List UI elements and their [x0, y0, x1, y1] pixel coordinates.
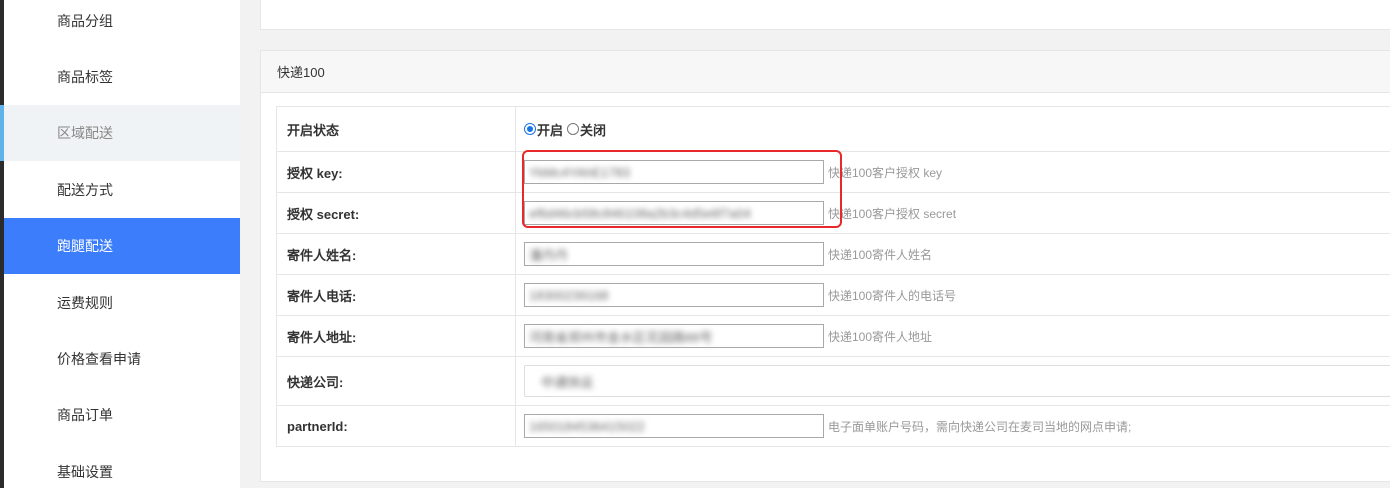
company-value: 中通快运 — [541, 374, 594, 390]
form-row-status: 开启状态 开启 关闭 — [276, 106, 1390, 152]
status-label: 开启状态 — [276, 106, 516, 152]
key-value: YkMc4YAhE1783 — [529, 164, 630, 180]
form-row-secret: 授权 secret: ef6d46cb58c846108a2b3c4d5e6f7… — [276, 192, 1390, 234]
sidebar-item-product-orders[interactable]: 商品订单 — [4, 387, 240, 443]
sender-address-hint: 快递100寄件人地址 — [828, 329, 933, 344]
sidebar-item-product-tags[interactable]: 商品标签 — [4, 49, 240, 105]
form-row-partner: partnerId: 1650184536415022 电子面单账户号码，需向快… — [276, 405, 1390, 447]
key-input[interactable]: YkMc4YAhE1783 — [524, 160, 824, 184]
secret-label: 授权 secret: — [276, 192, 516, 234]
sidebar-item-delivery-methods[interactable]: 配送方式 — [4, 162, 240, 218]
status-on-label[interactable]: 开启 — [537, 120, 563, 139]
sidebar-item-basic-settings[interactable]: 基础设置 — [4, 444, 240, 488]
key-hint: 快递100客户授权 key — [828, 165, 943, 180]
form-row-sender-name: 寄件人姓名: 潘丹丹 快递100寄件人姓名 — [276, 233, 1390, 275]
form-row-sender-phone: 寄件人电话: 18300239168 快递100寄件人的电话号 — [276, 274, 1390, 316]
sender-address-input[interactable]: 河南省郑州市金水区花园路88号 — [524, 324, 824, 348]
status-radio-group: 开启 关闭 — [524, 120, 1390, 139]
status-off-label[interactable]: 关闭 — [580, 120, 606, 139]
partner-hint: 电子面单账户号码，需向快递公司在麦司当地的网点申请; — [828, 419, 1132, 434]
partner-input[interactable]: 1650184536415022 — [524, 414, 824, 438]
sidebar-item-errand-delivery[interactable]: 跑腿配送 — [4, 218, 240, 274]
sender-phone-input[interactable]: 18300239168 — [524, 283, 824, 307]
secret-hint: 快递100客户授权 secret — [828, 206, 957, 221]
status-on-radio[interactable] — [524, 123, 536, 135]
main-content: 快递100 开启状态 开启 关闭 授权 key: YkMc4YAhE1783 快… — [240, 0, 1390, 488]
sender-phone-label: 寄件人电话: — [276, 274, 516, 316]
company-select[interactable]: 中通快运 — [524, 365, 1390, 397]
key-label: 授权 key: — [276, 151, 516, 193]
sender-name-hint: 快递100寄件人姓名 — [828, 247, 933, 262]
sender-address-label: 寄件人地址: — [276, 315, 516, 357]
secret-input[interactable]: ef6d46cb58c846108a2b3c4d5e6f7a04 — [524, 201, 824, 225]
sender-name-value: 潘丹丹 — [529, 247, 569, 263]
form-row-company: 快递公司: 中通快运 — [276, 356, 1390, 406]
form-row-key: 授权 key: YkMc4YAhE1783 快递100客户授权 key — [276, 151, 1390, 193]
partner-value: 1650184536415022 — [529, 418, 645, 434]
previous-panel — [260, 0, 1390, 30]
status-off-radio[interactable] — [567, 123, 580, 135]
sidebar-item-area-delivery[interactable]: 区域配送 — [0, 105, 240, 161]
sender-address-value: 河南省郑州市金水区花园路88号 — [529, 329, 713, 345]
company-label: 快递公司: — [276, 356, 516, 406]
settings-form: 开启状态 开启 关闭 授权 key: YkMc4YAhE1783 快递100客户… — [276, 106, 1390, 447]
sidebar: 商品分组 商品标签 区域配送 配送方式 跑腿配送 运费规则 价格查看申请 商品订… — [0, 0, 240, 488]
sidebar-item-product-groups[interactable]: 商品分组 — [4, 0, 240, 49]
sender-phone-hint: 快递100寄件人的电话号 — [828, 288, 957, 303]
partner-label: partnerId: — [276, 405, 516, 447]
sender-phone-value: 18300239168 — [529, 287, 609, 303]
sidebar-item-shipping-rules[interactable]: 运费规则 — [4, 275, 240, 331]
sidebar-item-price-view-requests[interactable]: 价格查看申请 — [4, 331, 240, 387]
form-row-sender-address: 寄件人地址: 河南省郑州市金水区花园路88号 快递100寄件人地址 — [276, 315, 1390, 357]
sender-name-label: 寄件人姓名: — [276, 233, 516, 275]
kuaidi100-panel: 快递100 开启状态 开启 关闭 授权 key: YkMc4YAhE1783 快… — [260, 50, 1390, 482]
sender-name-input[interactable]: 潘丹丹 — [524, 242, 824, 266]
secret-value: ef6d46cb58c846108a2b3c4d5e6f7a04 — [529, 205, 751, 221]
panel-title: 快递100 — [261, 51, 1390, 93]
